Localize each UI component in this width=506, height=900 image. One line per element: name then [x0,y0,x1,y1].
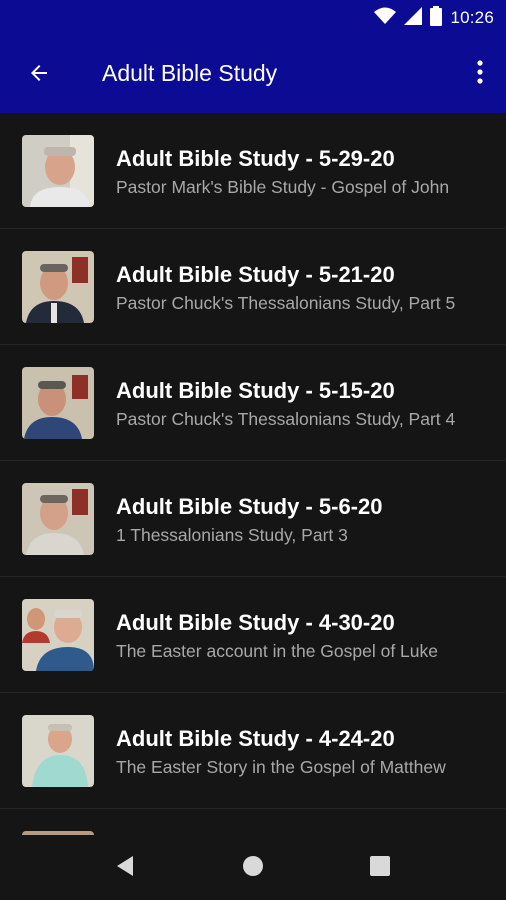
video-thumbnail [22,599,94,671]
arrow-back-icon [27,61,51,90]
item-subtitle: 1 Thessalonians Study, Part 3 [116,525,348,545]
nav-home-icon [242,855,264,882]
overflow-menu-button[interactable] [470,56,490,92]
page-title: Adult Bible Study [102,60,278,86]
item-title: Adult Bible Study - 4-24-20 [116,726,395,751]
item-title: Adult Bible Study - 5-6-20 [116,494,383,519]
battery-icon [430,5,443,31]
item-title: Adult Bible Study - 5-29-20 [116,146,395,171]
nav-home-button[interactable] [236,851,270,885]
status-bar: 10:26 [0,0,506,36]
list-item[interactable]: Adult Bible Study - 4-30-20 The Easter a… [0,577,506,693]
system-nav-bar [0,835,506,900]
item-title: Adult Bible Study - 5-15-20 [116,378,395,403]
list-item[interactable]: Adult Bible Study - 5-15-20 Pastor Chuck… [0,345,506,461]
video-thumbnail [22,715,94,787]
item-subtitle: Pastor Chuck's Thessalonians Study, Part… [116,409,456,429]
list-item-partial[interactable] [0,809,506,835]
status-icons: 10:26 [374,0,494,36]
item-subtitle: Pastor Mark's Bible Study - Gospel of Jo… [116,177,450,197]
nav-back-button[interactable] [108,851,142,885]
wifi-icon [374,7,397,30]
list-item[interactable]: Adult Bible Study - 4-24-20 The Easter S… [0,693,506,809]
item-title: Adult Bible Study - 5-21-20 [116,262,395,287]
list-item[interactable]: Adult Bible Study - 5-29-20 Pastor Mark'… [0,113,506,229]
list-item[interactable]: Adult Bible Study - 5-6-20 1 Thessalonia… [0,461,506,577]
video-thumbnail [22,251,94,323]
status-time: 10:26 [450,8,494,27]
video-thumbnail [22,483,94,555]
nav-recents-button[interactable] [363,851,397,885]
nav-back-icon [115,855,135,882]
list-item[interactable]: Adult Bible Study - 5-21-20 Pastor Chuck… [0,229,506,345]
item-subtitle: The Easter account in the Gospel of Luke [116,641,438,661]
video-thumbnail [22,367,94,439]
video-thumbnail [22,135,94,207]
cell-signal-icon [404,6,423,30]
nav-recents-icon [370,855,390,881]
item-subtitle: The Easter Story in the Gospel of Matthe… [116,757,446,777]
app-bar: Adult Bible Study [0,36,506,113]
study-list: Adult Bible Study - 5-29-20 Pastor Mark'… [0,113,506,835]
back-button[interactable] [22,58,56,92]
item-subtitle: Pastor Chuck's Thessalonians Study, Part… [116,293,456,313]
more-vert-icon [476,59,484,90]
item-title: Adult Bible Study - 4-30-20 [116,610,395,635]
